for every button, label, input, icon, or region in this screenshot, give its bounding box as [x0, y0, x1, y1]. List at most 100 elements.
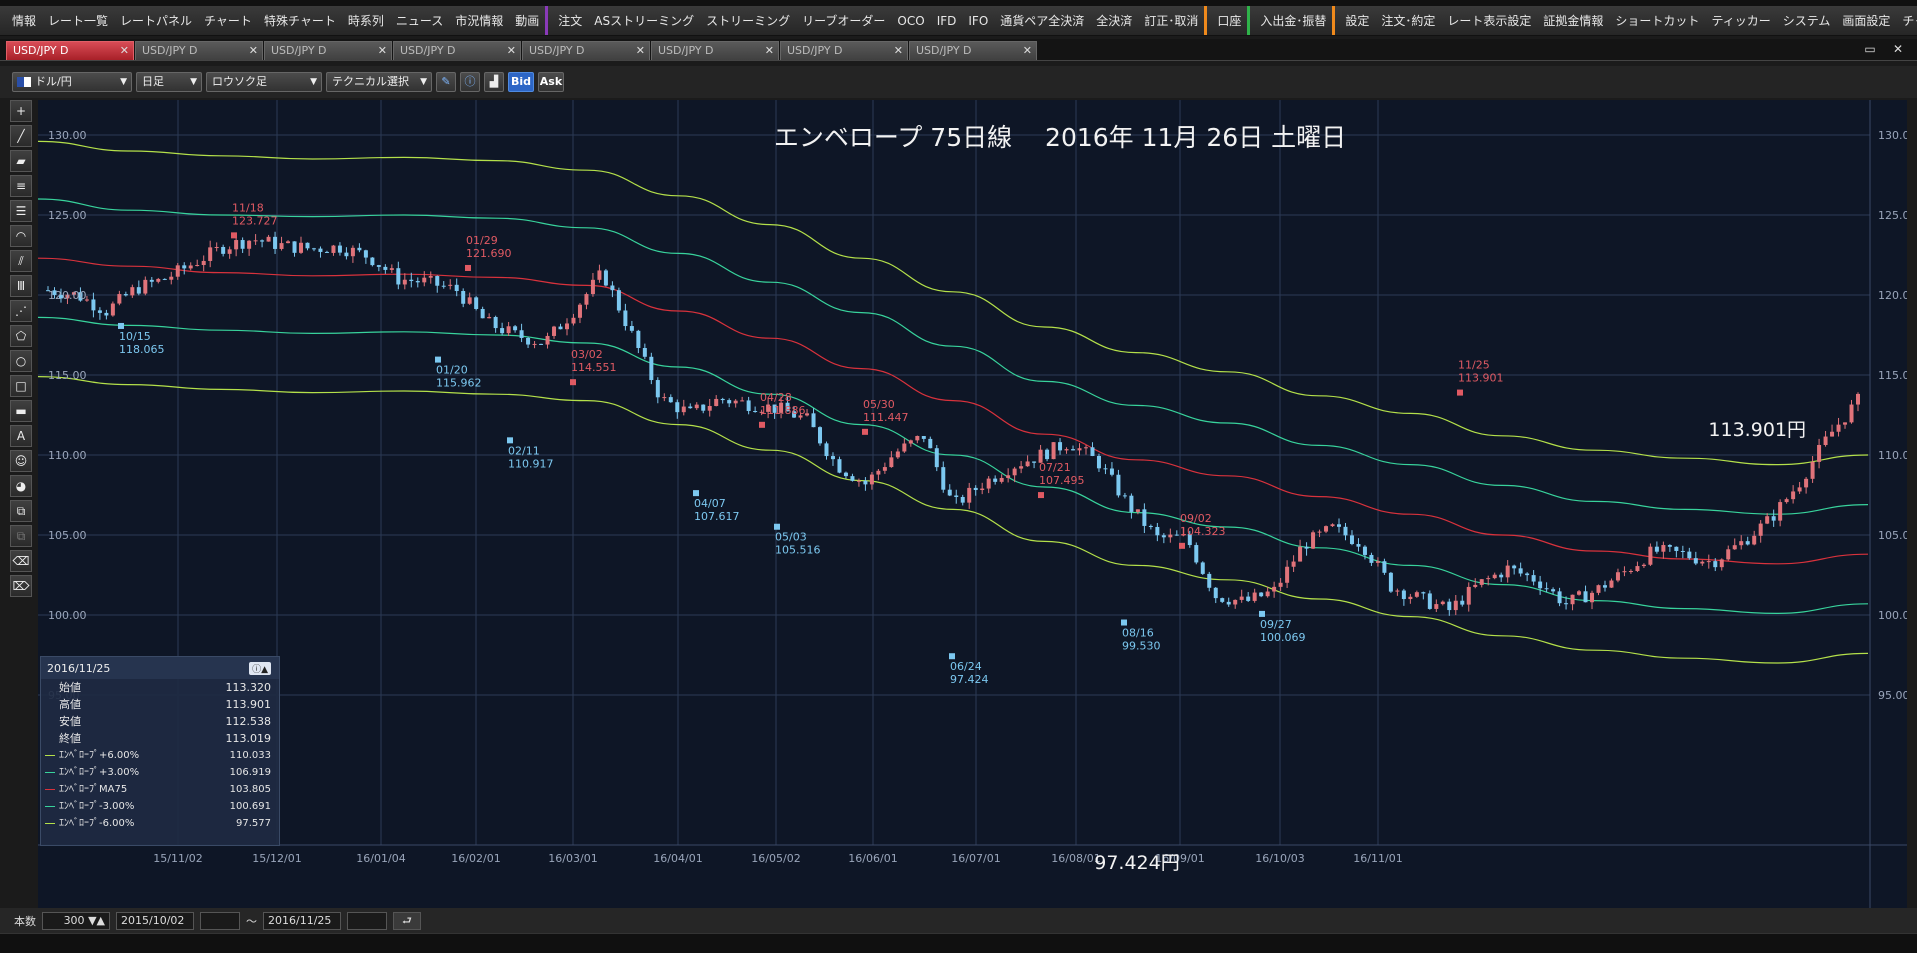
chart-tab[interactable]: USD/JPY D ✕	[6, 41, 134, 60]
rectangle-icon[interactable]: □	[10, 375, 32, 397]
horizontal-lines-icon[interactable]: ≡	[10, 175, 32, 197]
pitchfork-icon[interactable]: ⋰	[10, 300, 32, 322]
tab-close-icon[interactable]: ✕	[1023, 42, 1032, 60]
fan-icon[interactable]: ◠	[10, 225, 32, 247]
stepper-up-icon[interactable]: ▲	[97, 914, 105, 927]
chart-tab[interactable]: USD/JPY D ✕	[135, 41, 263, 60]
menu-item-17[interactable]: 全決済	[1090, 6, 1138, 35]
gann-fan-icon[interactable]: ⫽	[10, 250, 32, 272]
candle-body	[1135, 509, 1140, 512]
menu-item-23[interactable]: レート表示設定	[1441, 6, 1537, 35]
apply-range-button[interactable]: ⮐	[393, 911, 421, 930]
emoji-icon[interactable]: ☺	[10, 450, 32, 472]
tab-close-icon[interactable]: ✕	[249, 42, 258, 60]
menu-item-6[interactable]: ニュース	[390, 6, 449, 35]
chart-type-select[interactable]: ロウソク足 ▼	[206, 72, 322, 92]
period-select[interactable]: 日足 ▼	[136, 72, 202, 92]
chart-tab[interactable]: USD/JPY D ✕	[264, 41, 392, 60]
trendline-icon[interactable]: ╱	[10, 125, 32, 147]
ruler-icon[interactable]: ▰	[10, 150, 32, 172]
tab-close-icon[interactable]: ✕	[636, 42, 645, 60]
crosshair-icon[interactable]: +	[10, 100, 32, 122]
menu-item-7[interactable]: 市況情報	[449, 6, 509, 35]
chart-style-icon[interactable]: ▟	[484, 72, 504, 92]
menu-item-28[interactable]: 画面設定	[1836, 6, 1896, 35]
from-date-input[interactable]: 2015/10/02	[116, 911, 194, 930]
menu-item-22[interactable]: 注文･約定	[1375, 6, 1441, 35]
candle-body	[1830, 431, 1835, 437]
fibonacci-icon[interactable]: ☰	[10, 200, 32, 222]
y-tick-label-left: 105.00	[48, 529, 87, 542]
candle-body	[428, 276, 433, 278]
line-icon[interactable]: ▬	[10, 400, 32, 422]
stepper-down-icon[interactable]: ▼	[88, 914, 96, 927]
technical-select[interactable]: テクニカル選択 ▼	[326, 72, 432, 92]
tab-close-icon[interactable]: ✕	[120, 42, 129, 60]
count-stepper[interactable]: 300 ▼▲	[42, 911, 110, 930]
copy-icon[interactable]: ⧉	[10, 500, 32, 522]
info-toggle-icon[interactable]: ⓘ▲	[249, 661, 271, 675]
menu-item-16[interactable]: 通貨ペア全決済	[994, 6, 1090, 35]
menu-item-3[interactable]: チャート	[198, 6, 258, 35]
menu-item-19[interactable]: 口座	[1204, 6, 1247, 35]
eraser-icon[interactable]: ⌫	[10, 550, 32, 572]
menu-item-26[interactable]: ティッカー	[1705, 6, 1776, 35]
ask-button[interactable]: Ask	[538, 72, 564, 92]
menu-item-13[interactable]: OCO	[891, 6, 930, 35]
candle-body	[221, 246, 226, 254]
envelope-line	[38, 198, 1869, 515]
candle-body	[1856, 393, 1860, 405]
pentagon-icon[interactable]: ⬠	[10, 325, 32, 347]
menu-item-18[interactable]: 訂正･取消	[1138, 6, 1204, 35]
candle-body	[370, 257, 375, 266]
tab-close-icon[interactable]: ✕	[507, 42, 516, 60]
chart-tab[interactable]: USD/JPY D ✕	[651, 41, 779, 60]
chart-tab[interactable]: USD/JPY D ✕	[393, 41, 521, 60]
delete-drawing-icon[interactable]: ◕	[10, 475, 32, 497]
info-icon[interactable]: ⓘ	[460, 72, 480, 92]
menu-item-2[interactable]: レートパネル	[114, 6, 198, 35]
eraser-all-icon[interactable]: ⌦	[10, 575, 32, 597]
menu-item-4[interactable]: 特殊チャート	[258, 6, 342, 35]
menu-item-27[interactable]: システム	[1777, 6, 1837, 35]
menu-item-11[interactable]: ストリーミング	[700, 6, 796, 35]
menu-item-21[interactable]: 設定	[1332, 6, 1375, 35]
info-value: 113.019	[225, 732, 272, 745]
menu-item-25[interactable]: ショートカット	[1609, 6, 1705, 35]
menu-item-24[interactable]: 証拠金情報	[1537, 6, 1609, 35]
close-icon[interactable]: ✕	[1889, 43, 1907, 57]
pencil-icon[interactable]: ✎	[436, 72, 456, 92]
maximize-icon[interactable]: ▭	[1861, 43, 1879, 57]
layers-icon[interactable]: ⧉	[10, 525, 32, 547]
candle-body	[1719, 559, 1724, 568]
bid-button[interactable]: Bid	[508, 72, 534, 92]
from-time-input[interactable]	[200, 911, 240, 930]
menu-item-20[interactable]: 入出金･振替	[1247, 6, 1332, 35]
menu-item-8[interactable]: 動画	[509, 6, 545, 35]
circle-icon[interactable]: ○	[10, 350, 32, 372]
chart-tab[interactable]: USD/JPY D ✕	[780, 41, 908, 60]
menu-item-1[interactable]: レート一覧	[42, 6, 114, 35]
chart-tab[interactable]: USD/JPY D ✕	[909, 41, 1037, 60]
chart-tab[interactable]: USD/JPY D ✕	[522, 41, 650, 60]
menu-item-5[interactable]: 時系列	[342, 6, 390, 35]
vertical-lines-icon[interactable]: Ⅲ	[10, 275, 32, 297]
text-icon[interactable]: A	[10, 425, 32, 447]
menu-item-12[interactable]: リーブオーダー	[796, 6, 891, 35]
currency-pair-select[interactable]: ドル/円 ▼	[12, 72, 132, 92]
annotation-value: 99.530	[1122, 640, 1161, 653]
menu-item-0[interactable]: 情報	[6, 6, 42, 35]
tab-close-icon[interactable]: ✕	[378, 42, 387, 60]
menu-item-15[interactable]: IFO	[962, 6, 994, 35]
to-date-input[interactable]: 2016/11/25	[263, 911, 341, 930]
tab-close-icon[interactable]: ✕	[765, 42, 774, 60]
menu-item-14[interactable]: IFD	[931, 6, 963, 35]
indicator-label: ｴﾝﾍﾞﾛｰﾌﾟ+6.00%	[59, 750, 140, 761]
to-time-input[interactable]	[347, 911, 387, 930]
menu-item-10[interactable]: ASストリーミング	[588, 6, 700, 35]
tab-close-icon[interactable]: ✕	[894, 42, 903, 60]
menu-item-29[interactable]: チャート	[1896, 6, 1917, 35]
chart-area[interactable]: 11/18 123.727 10/15 118.065 01/29 121.690 01/2…	[38, 100, 1907, 908]
menu-item-9[interactable]: 注文	[545, 6, 588, 35]
x-tick-label: 16/10/03	[1255, 852, 1304, 865]
